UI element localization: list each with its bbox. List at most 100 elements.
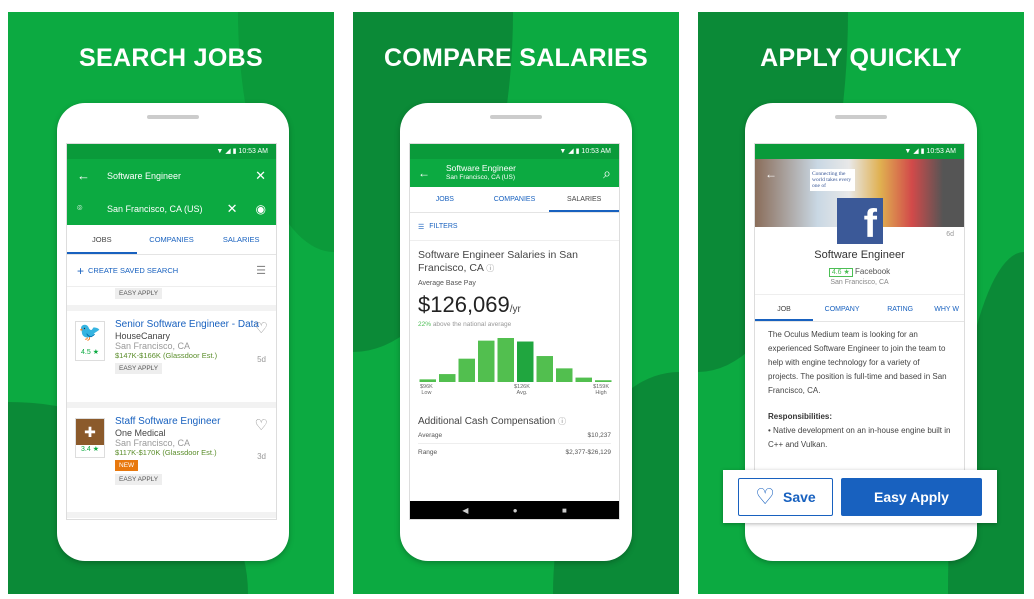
company-name[interactable]: Facebook [855,267,890,276]
pct-above: 22% [418,321,432,328]
tab-job[interactable]: JOB [755,295,814,321]
filters-button[interactable]: FILTERS [429,223,457,230]
company-rating: 4.6 ★ [828,268,853,277]
tab-bar: JOBS COMPANIES SALARIES [67,225,276,255]
nav-home-icon[interactable]: ● [513,506,518,515]
job-title[interactable]: Staff Software Engineer [115,416,268,428]
tab-why-work-here[interactable]: WHY W [929,295,964,321]
panel-compare-salaries: COMPARE SALARIES ▼ ◢ ▮ 10:53 AM ← Softwa… [353,12,679,594]
tab-companies[interactable]: COMPANIES [480,187,550,212]
histogram-bar [478,340,495,382]
phone-screen: ▼ ◢ ▮ 10:53 AM ← Connecting the world ta… [754,143,965,520]
company-rating: 4.5 ★ [81,349,99,356]
easy-apply-button[interactable]: Easy Apply [841,477,982,516]
company-logo: 🐦 4.5 ★ [75,321,105,361]
phone-frame: ▼ ◢ ▮ 10:53 AM ← Software Engineer San Fr… [400,103,632,561]
responsibilities-heading: Responsibilities: [768,412,833,421]
location-input[interactable]: San Francisco, CA (US) [107,204,227,214]
posted-age: 3d [257,452,266,461]
clear-location-icon[interactable]: ✕ [227,201,238,217]
company-rating: 3.4 ★ [81,446,99,453]
histogram-bar [595,380,612,382]
android-nav-bar: ◀ ● ■ [410,501,619,519]
gps-icon[interactable]: ◉ [256,202,266,216]
avg-base-pay-label: Average Base Pay [418,280,476,287]
job-description: The Oculus Medium team is looking for an… [768,330,947,395]
easy-apply-tag: EASY APPLY [115,288,163,299]
back-arrow-icon[interactable]: ← [418,166,446,180]
panel-search-jobs: SEARCH JOBS ▼ ◢ ▮ 10:53 AM ← Software En… [8,12,334,594]
nav-back-icon[interactable]: ◀ [462,506,468,515]
speaker [490,115,542,119]
filter-sliders-icon[interactable]: ☰ [418,223,424,231]
speaker [147,115,199,119]
search-query-input[interactable]: Software Engineer [107,171,255,181]
pct-above-text: above the national average [431,321,512,328]
tick-low: $96K Low [420,384,433,396]
panel-title: SEARCH JOBS [79,44,263,72]
status-time: 10:53 AM [238,148,268,155]
tick-high: $159K High [593,384,609,396]
per-year: /yr [509,304,521,315]
histogram-bar [439,374,456,382]
status-bar: ▼ ◢ ▮ 10:53 AM [410,144,619,159]
cash-average-label: Average [418,431,443,439]
salary-heading: Software Engineer Salaries in San Franci… [418,249,578,274]
tab-rating[interactable]: RATING [871,295,929,321]
posted-age: 5d [257,355,266,364]
histogram-bar [419,379,436,382]
search-icon[interactable]: ⌕ [603,165,611,182]
info-icon[interactable]: ⓘ [558,417,566,426]
job-list-item[interactable]: ✚ 3.4 ★ Staff Software Engineer One Medic… [67,408,276,518]
new-badge: NEW [115,460,139,471]
tab-companies[interactable]: COMPANIES [137,225,207,254]
company-name: HouseCanary [115,331,171,341]
job-location: San Francisco, CA [115,341,191,351]
job-title[interactable]: Senior Software Engineer - Data [115,319,268,331]
header-title: Software Engineer [446,163,516,173]
responsibility-item: • Native development on an in-house engi… [768,426,951,449]
status-time: 10:53 AM [926,148,956,155]
salary-estimate: $147K-$166K (Glassdoor Est.) [115,351,218,360]
tab-jobs[interactable]: JOBS [67,225,137,254]
clear-query-icon[interactable]: ✕ [255,168,266,184]
info-icon[interactable]: ⓘ [486,264,494,273]
save-button[interactable]: ♡ Save [738,477,833,516]
status-bar: ▼ ◢ ▮ 10:53 AM [67,144,276,159]
job-list-item[interactable]: 🐦 4.5 ★ Senior Software Engineer - Data H… [67,311,276,408]
cash-range-value: $2,377-$26,129 [565,449,611,456]
job-location: San Francisco, CA [830,279,889,286]
histogram-bar [556,368,573,382]
tab-company[interactable]: COMPANY [813,295,871,321]
plus-icon: + [77,263,85,278]
apply-action-bar: ♡ Save Easy Apply [723,470,997,523]
histogram-bar [575,377,592,382]
cash-average-value: $10,237 [587,431,612,439]
salary-histogram [419,338,612,382]
facebook-logo: f [837,198,883,244]
avg-base-pay-value: $126,069 [418,292,510,317]
nav-recents-icon[interactable]: ■ [562,506,567,515]
phone-frame: ▼ ◢ ▮ 10:53 AM ← Software Engineer ✕ ⌾ S… [57,103,289,561]
tab-jobs[interactable]: JOBS [410,187,480,212]
save-heart-icon[interactable]: ♡ [255,319,268,337]
tab-salaries[interactable]: SALARIES [206,225,276,254]
save-label: Save [783,488,816,505]
tab-salaries[interactable]: SALARIES [549,187,619,212]
back-arrow-icon[interactable]: ← [765,167,777,181]
create-saved-search-button[interactable]: CREATE SAVED SEARCH [88,266,256,275]
save-heart-icon[interactable]: ♡ [255,416,268,434]
phone-screen: ▼ ◢ ▮ 10:53 AM ← Software Engineer San Fr… [409,143,620,520]
tab-bar: JOBS COMPANIES SALARIES [410,187,619,213]
panel-title: APPLY QUICKLY [760,44,962,72]
filter-sliders-icon[interactable]: ☰ [256,264,266,277]
easy-apply-tag: EASY APPLY [115,474,163,485]
job-location: San Francisco, CA [115,438,191,448]
panel-title: COMPARE SALARIES [383,44,649,72]
speaker [835,115,887,119]
company-name: One Medical [115,428,166,438]
salary-estimate: $117K-$170K (Glassdoor Est.) [115,448,217,457]
location-pin-icon: ⌾ [77,203,83,213]
back-arrow-icon[interactable]: ← [77,168,107,183]
tab-bar: JOB COMPANY RATING WHY W [755,294,964,322]
